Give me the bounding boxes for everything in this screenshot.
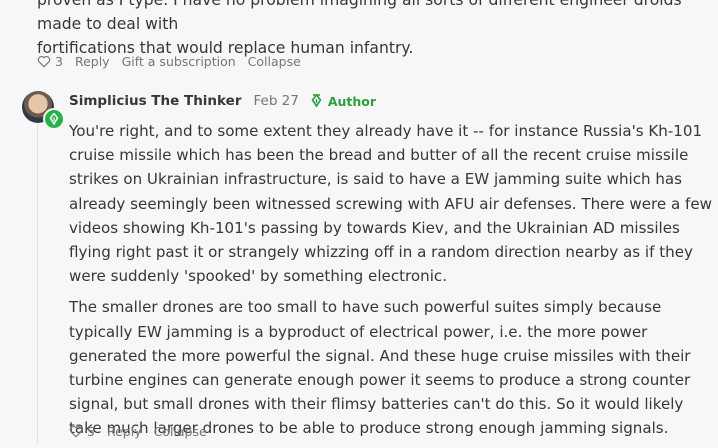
reply-body: You're right, and to some extent they al… [69,119,714,448]
comment-date[interactable]: Feb 27 [253,93,298,109]
previous-comment-actions: 3 Reply Gift a subscription Collapse [37,54,313,69]
pen-icon [49,113,59,125]
thread-line [37,122,38,444]
author-pen-icon [311,94,322,108]
like-button[interactable]: 5 [69,424,95,439]
avatar-badge-icon [43,108,65,130]
collapse-button[interactable]: Collapse [154,424,207,439]
previous-comment-line: proven as I type. I have no problem imag… [37,0,682,33]
reply-paragraph: The smaller drones are too small to have… [69,298,691,438]
author-name[interactable]: Simplicius The Thinker [69,93,241,109]
reply-button[interactable]: Reply [107,424,142,439]
like-count: 3 [55,54,63,69]
gift-subscription-button[interactable]: Gift a subscription [122,54,236,69]
heart-icon [69,425,83,438]
reply-actions: 5 Reply Collapse [69,424,219,439]
collapse-button[interactable]: Collapse [248,54,301,69]
reply-paragraph: You're right, and to some extent they al… [69,122,712,286]
heart-icon [37,55,51,68]
like-button[interactable]: 3 [37,54,63,69]
author-tag: Author [311,94,376,109]
previous-comment-body: proven as I type. I have no problem imag… [37,0,717,60]
reply-button[interactable]: Reply [75,54,110,69]
reply-header: Simplicius The Thinker Feb 27 Author [69,93,376,109]
author-tag-label: Author [327,93,377,109]
like-count: 5 [87,424,95,439]
